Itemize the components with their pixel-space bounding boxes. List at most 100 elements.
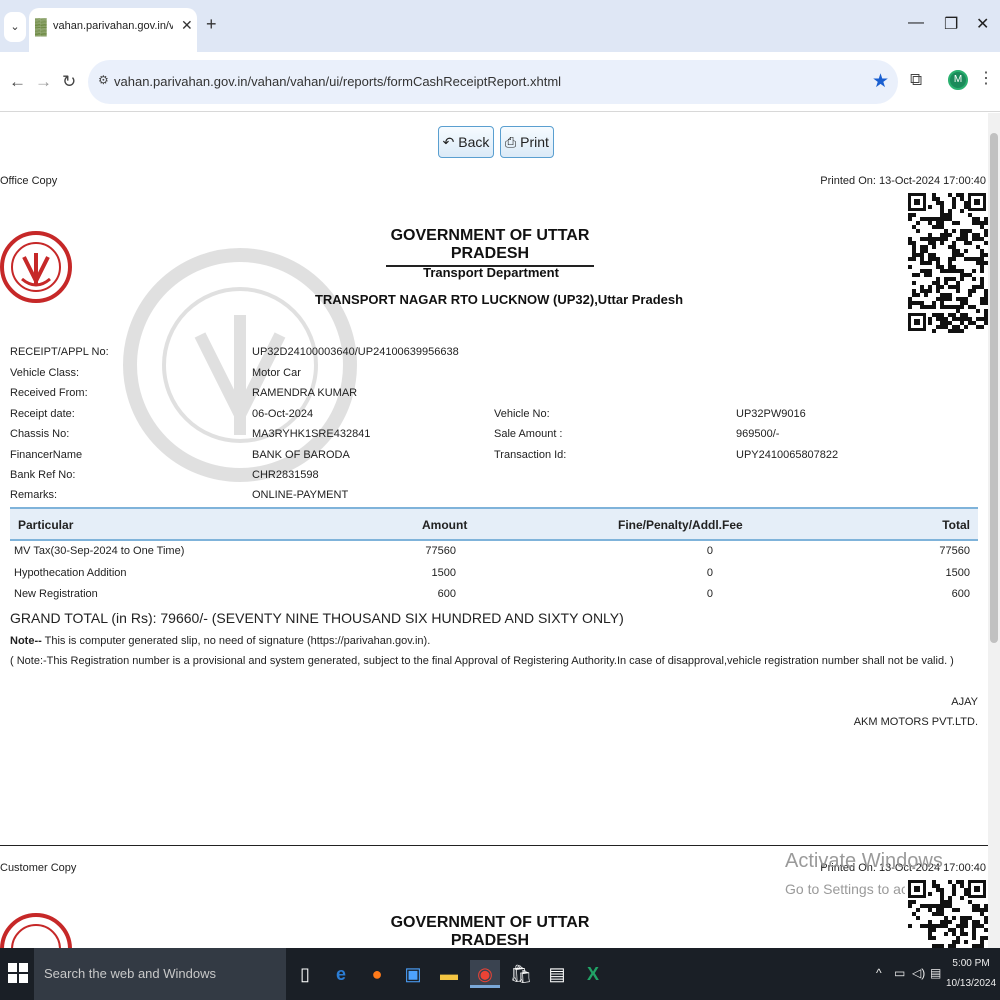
browser-tab-bar: ⌄ ▓▓▓▓ vahan.parivahan.gov.in/vahan/v ✕ … — [0, 0, 1000, 52]
shopping-bag-icon[interactable]: 🛍 — [508, 960, 534, 988]
restore-icon[interactable]: ❐ — [944, 14, 958, 34]
extensions-icon[interactable]: ⧉ — [910, 70, 922, 90]
address-bar[interactable]: ⚙ vahan.parivahan.gov.in/vahan/vahan/ui/… — [88, 60, 898, 104]
tray-chevron-icon[interactable]: ^ — [876, 966, 882, 980]
taskbar-search-placeholder[interactable]: Search the web and Windows — [44, 966, 216, 981]
note-provisional: ( Note:-This Registration number is a pr… — [10, 655, 954, 667]
taskbar-time: 5:00 PM — [952, 958, 990, 969]
field-label: Vehicle No: — [494, 408, 550, 420]
site-info-icon[interactable]: ⚙ — [98, 73, 109, 87]
field-label: RECEIPT/APPL No: — [10, 346, 109, 358]
tab-title: vahan.parivahan.gov.in/vahan/v — [53, 20, 173, 32]
vahan-favicon-icon: ▓▓ ▓▓ — [35, 18, 47, 36]
customer-government-title: GOVERNMENT OF UTTAR PRADESH — [386, 914, 594, 948]
customer-copy-label: Customer Copy — [0, 862, 77, 874]
fine-cell: 0 — [706, 588, 713, 600]
total-cell: 77560 — [939, 545, 970, 557]
vehicle-class: Motor Car — [252, 367, 301, 379]
chassis-no: MA3RYHK1SRE432841 — [252, 428, 371, 440]
field-label: Bank Ref No: — [10, 469, 76, 481]
field-label: Received From: — [10, 387, 88, 399]
activate-windows-title: Activate Windows — [785, 850, 943, 872]
windows-taskbar: Search the web and Windows ▯ e ● ▣ ▬ ◉ 🛍… — [0, 948, 1000, 1000]
col-amount: Amount — [422, 518, 468, 532]
back-icon: ↶ — [442, 134, 455, 150]
remarks: ONLINE-PAYMENT — [252, 489, 349, 501]
office-copy-label: Office Copy — [0, 175, 58, 187]
note-text: This is computer generated slip, no need… — [41, 635, 431, 647]
scrollbar-thumb[interactable] — [990, 133, 998, 643]
taskbar-clock[interactable]: 5:00 PM 10/13/2024 — [946, 954, 996, 994]
scrollbar[interactable] — [988, 113, 1000, 948]
tab-search-chevron-icon[interactable]: ⌄ — [4, 12, 26, 42]
field-label: FinancerName — [10, 449, 83, 461]
back-arrow-icon[interactable]: ← — [9, 72, 26, 92]
office-name: TRANSPORT NAGAR RTO LUCKNOW (UP32),Uttar… — [314, 292, 684, 307]
col-particular: Particular — [18, 518, 74, 532]
fees-table-header: Particular Amount Fine/Penalty/Addl.Fee … — [10, 507, 978, 541]
receipt-page: ↶ Back ⎙ Print Office Copy Printed On: 1… — [0, 113, 1000, 948]
edge-icon[interactable]: e — [328, 960, 354, 988]
bookmark-star-icon[interactable]: ★ — [872, 70, 889, 93]
sale-amount: 969500/- — [736, 428, 780, 440]
signatory-name: AJAY — [951, 696, 978, 708]
customer-qr-code — [906, 878, 988, 948]
vehicle-no: UP32PW9016 — [736, 408, 806, 420]
volume-icon[interactable]: ◁) — [912, 966, 925, 980]
file-explorer-icon[interactable]: ▬ — [436, 960, 462, 988]
window-close-icon[interactable]: ✕ — [976, 14, 989, 34]
network-icon[interactable]: ▭ — [894, 966, 905, 980]
back-button[interactable]: ↶ Back — [438, 126, 494, 158]
col-fine: Fine/Penalty/Addl.Fee — [618, 518, 743, 532]
browser-tab[interactable]: ▓▓▓▓ vahan.parivahan.gov.in/vahan/v ✕ — [29, 8, 197, 52]
receipt-date: 06-Oct-2024 — [252, 408, 314, 420]
profile-avatar[interactable]: M — [948, 70, 968, 90]
minimize-icon[interactable]: — — [908, 14, 924, 32]
field-label: Remarks: — [10, 489, 58, 501]
note-label: Note-- — [10, 635, 42, 647]
receipt-appl-no: UP32D24100003640/UP24100639956638 — [252, 346, 459, 358]
department-name: Transport Department — [423, 265, 559, 280]
print-button-label: Print — [520, 134, 549, 150]
print-button[interactable]: ⎙ Print — [500, 126, 554, 158]
task-view-icon[interactable]: ▯ — [292, 960, 318, 988]
document-app-icon[interactable]: ▤ — [544, 960, 570, 988]
field-label: Chassis No: — [10, 428, 70, 440]
received-from: RAMENDRA KUMAR — [252, 387, 358, 399]
qr-code — [906, 191, 988, 333]
field-label: Transaction Id: — [494, 449, 567, 461]
taskbar-date: 10/13/2024 — [946, 978, 997, 989]
grand-total: GRAND TOTAL (in Rs): 79660/- (SEVENTY NI… — [10, 610, 624, 626]
activate-windows-subtitle: Go to Settings to activate Windows. — [785, 881, 905, 897]
note-signature: Note-- This is computer generated slip, … — [10, 635, 430, 647]
printed-on: Printed On: 13-Oct-2024 17:00:40 — [820, 175, 986, 187]
dealer-name: AKM MOTORS PVT.LTD. — [853, 716, 978, 728]
amount-cell: 77560 — [425, 545, 456, 557]
financer-name: BANK OF BARODA — [252, 449, 350, 461]
store-icon[interactable]: ▣ — [400, 960, 426, 988]
excel-icon[interactable]: X — [580, 960, 606, 988]
copy-divider — [0, 845, 988, 846]
tab-close-icon[interactable]: ✕ — [181, 17, 193, 34]
url-text[interactable]: vahan.parivahan.gov.in/vahan/vahan/ui/re… — [114, 74, 561, 89]
field-label: Vehicle Class: — [10, 367, 80, 379]
government-title: GOVERNMENT OF UTTAR PRADESH — [386, 227, 594, 267]
taskbar-search-box[interactable]: Search the web and Windows — [34, 948, 286, 1000]
total-cell: 600 — [951, 588, 970, 600]
total-cell: 1500 — [945, 567, 970, 579]
fine-cell: 0 — [706, 545, 713, 557]
browser-menu-icon[interactable]: ⋮ — [978, 68, 994, 88]
firefox-icon[interactable]: ● — [364, 960, 390, 988]
amount-cell: 1500 — [431, 567, 456, 579]
notifications-icon[interactable]: ▤ — [930, 966, 941, 980]
windows-start-icon[interactable] — [8, 963, 28, 983]
customer-up-emblem-logo — [0, 913, 72, 948]
chrome-icon[interactable]: ◉ — [470, 960, 500, 988]
new-tab-plus-icon[interactable]: + — [206, 14, 217, 35]
amount-cell: 600 — [437, 588, 456, 600]
col-total: Total — [942, 518, 970, 532]
transaction-id: UPY2410065807822 — [736, 449, 839, 461]
reload-icon[interactable]: ↻ — [62, 72, 76, 92]
forward-arrow-icon[interactable]: → — [35, 72, 52, 92]
particular-cell: MV Tax(30-Sep-2024 to One Time) — [14, 545, 185, 557]
